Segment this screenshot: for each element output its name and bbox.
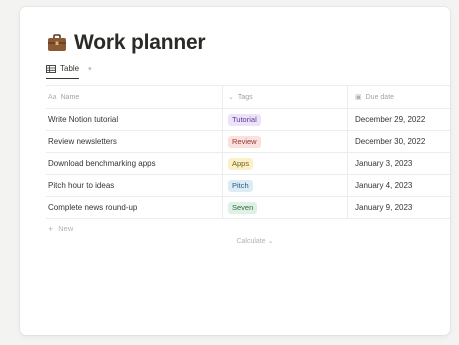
chevron-down-icon: ⌄	[267, 238, 274, 245]
row-name[interactable]: Write Notion tutorial	[46, 115, 222, 124]
new-row-label: New	[58, 224, 74, 233]
page-title: Work planner	[74, 31, 206, 54]
plus-icon: +	[48, 223, 54, 234]
row-tags[interactable]: Pitch	[222, 175, 347, 196]
calculate-button[interactable]: Calculate ⌄	[236, 237, 273, 245]
tab-table[interactable]: Table	[46, 64, 80, 79]
table-row[interactable]: Complete news round-up Seven January 9, …	[46, 196, 450, 218]
column-header-tags[interactable]: ⌄ Tags	[222, 86, 347, 108]
table-icon	[46, 64, 56, 73]
tag-badge: Pitch	[228, 179, 253, 192]
row-due-date[interactable]: January 4, 2023	[347, 175, 450, 196]
table-row[interactable]: Pitch hour to ideas Pitch January 4, 202…	[46, 174, 450, 196]
tag-badge: Tutorial	[228, 113, 261, 126]
row-name[interactable]: Download benchmarking apps	[46, 159, 222, 168]
row-tags[interactable]: Apps	[222, 153, 347, 174]
row-name[interactable]: Complete news round-up	[46, 203, 222, 212]
tab-table-label: Table	[60, 64, 80, 73]
table-header: Aa Name ⌄ Tags ▣ Due date	[46, 85, 450, 108]
table-row[interactable]: Download benchmarking apps Apps January …	[46, 152, 450, 174]
calculate-row: Calculate ⌄	[46, 237, 450, 245]
chevron-circle-icon: ⌄	[228, 94, 234, 101]
new-row-button[interactable]: + New	[46, 218, 450, 238]
text-icon: Aa	[48, 93, 57, 101]
database-table: Aa Name ⌄ Tags ▣ Due date Write Notion t…	[46, 85, 450, 238]
column-label: Name	[60, 93, 80, 101]
tag-badge: Review	[228, 135, 261, 148]
row-tags[interactable]: Review	[222, 131, 347, 152]
table-row[interactable]: Review newsletters Review December 30, 2…	[46, 130, 450, 152]
row-tags[interactable]: Seven	[222, 197, 347, 218]
tag-badge: Apps	[228, 157, 254, 170]
page-header: Work planner	[46, 31, 206, 55]
view-tabs: Table ▾	[46, 64, 92, 79]
briefcase-icon[interactable]	[46, 32, 68, 54]
row-name[interactable]: Pitch hour to ideas	[46, 181, 222, 190]
row-due-date[interactable]: January 9, 2023	[347, 197, 450, 218]
row-due-date[interactable]: December 29, 2022	[347, 109, 450, 130]
column-label: Tags	[237, 93, 253, 101]
page-card: Work planner Table ▾ Aa Name ⌄ Tags ▣ Du…	[20, 7, 450, 335]
calendar-icon: ▣	[355, 94, 362, 101]
row-due-date[interactable]: January 3, 2023	[347, 153, 450, 174]
tag-badge: Seven	[228, 201, 258, 214]
row-due-date[interactable]: December 30, 2022	[347, 131, 450, 152]
calculate-label: Calculate	[236, 238, 266, 245]
column-header-name[interactable]: Aa Name	[46, 94, 222, 101]
row-tags[interactable]: Tutorial	[222, 109, 347, 130]
column-header-due-date[interactable]: ▣ Due date	[347, 86, 450, 108]
column-label: Due date	[365, 93, 395, 101]
row-name[interactable]: Review newsletters	[46, 137, 222, 146]
chevron-down-icon[interactable]: ▾	[88, 65, 92, 78]
table-row[interactable]: Write Notion tutorial Tutorial December …	[46, 108, 450, 130]
